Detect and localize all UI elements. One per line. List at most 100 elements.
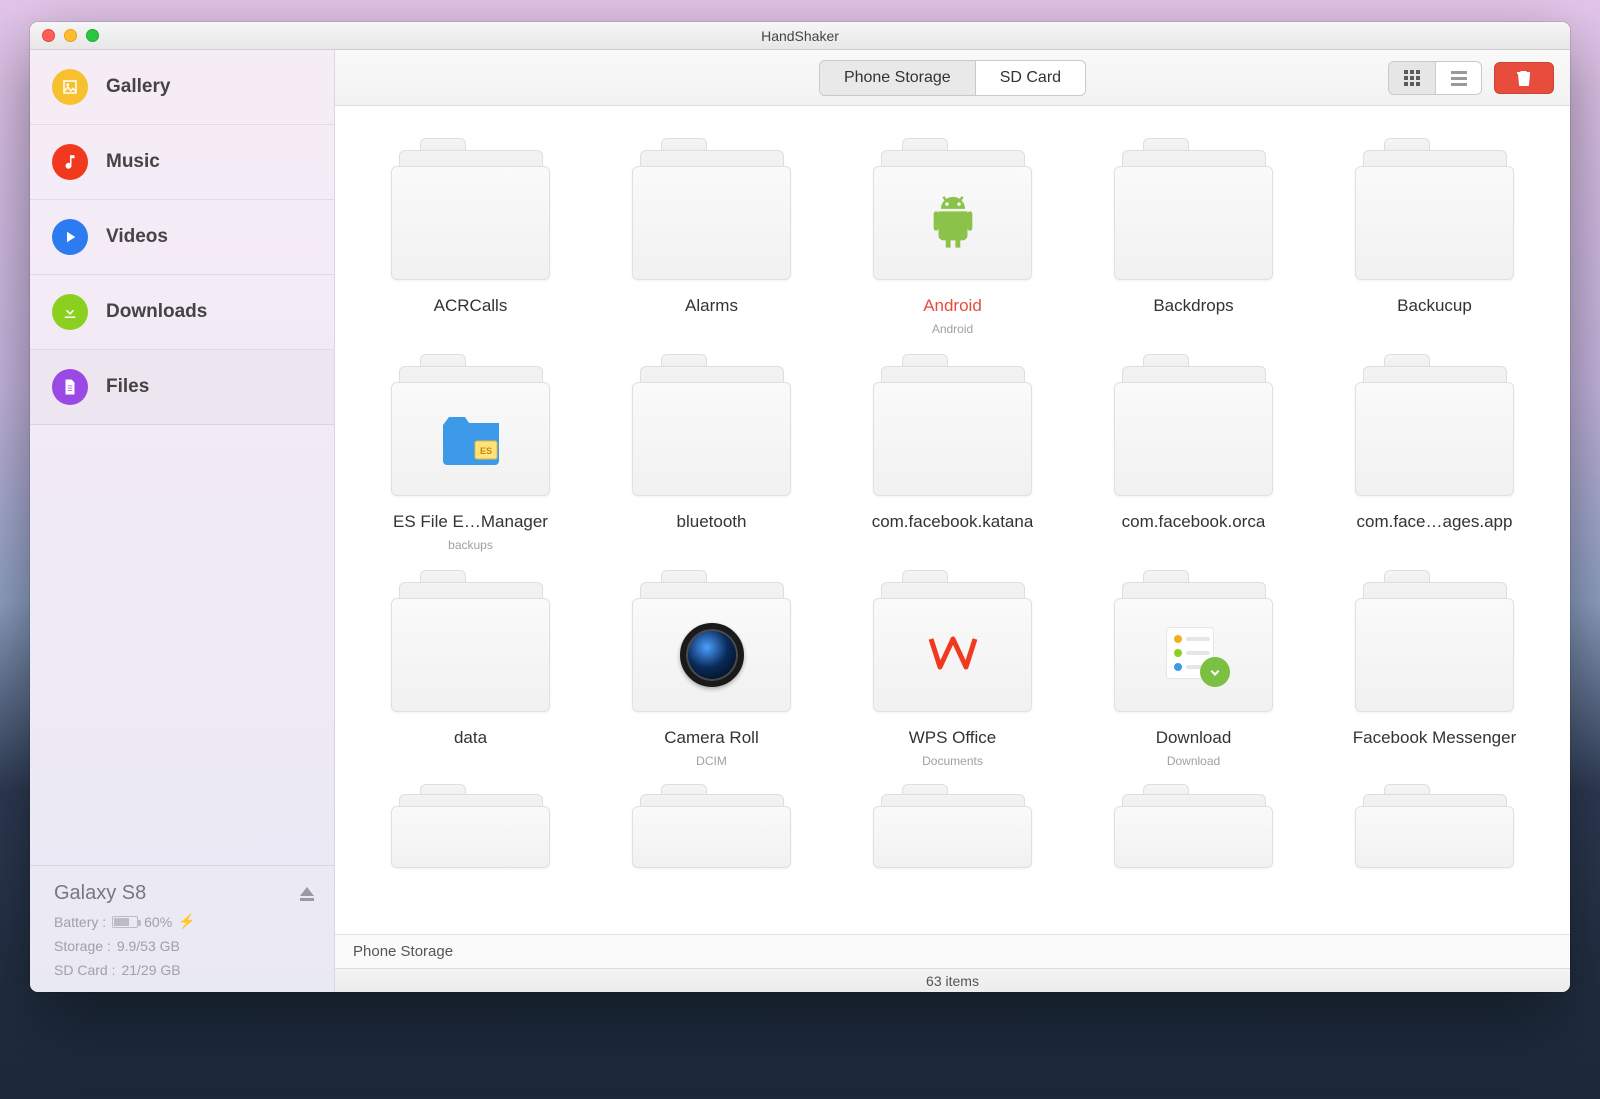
folder-icon: ES [381,352,561,502]
sidebar: Gallery Music Videos Downloads Files Gal… [30,50,335,992]
app-window: HandShaker Gallery Music Videos Download… [30,22,1570,992]
tab-phone[interactable]: Phone Storage [820,61,975,95]
folder-label: Facebook Messenger [1353,728,1516,748]
list-view-button[interactable] [1435,62,1481,94]
battery-icon [112,916,138,928]
folder-item[interactable] [355,784,586,874]
folder-item[interactable] [596,784,827,874]
folder-sublabel: Download [1167,754,1220,768]
folder-item[interactable]: Alarms [596,136,827,336]
folder-label: WPS Office [909,728,997,748]
folder-label: ES File E…Manager [393,512,548,532]
storage-tabs: Phone StorageSD Card [819,60,1086,96]
folder-sublabel: Android [932,322,973,336]
folder-label: Alarms [685,296,738,316]
sidebar-item-label: Downloads [106,301,207,323]
downloads-icon [52,294,88,330]
folder-label: ACRCalls [434,296,508,316]
es-file-icon: ES [439,413,503,465]
videos-icon [52,219,88,255]
tab-sd[interactable]: SD Card [975,61,1085,95]
sidebar-item-files[interactable]: Files [30,350,334,425]
folder-item[interactable]: data [355,568,586,768]
folder-icon [1345,352,1525,502]
folder-label: Camera Roll [664,728,758,748]
files-icon [52,369,88,405]
folder-item[interactable]: WPS Office Documents [837,568,1068,768]
sidebar-item-label: Music [106,151,160,173]
toolbar: Phone StorageSD Card [335,50,1570,106]
sdcard-stat: SD Card : 21/29 GB [54,962,314,978]
grid-icon [1403,69,1421,87]
sidebar-item-label: Gallery [106,76,170,98]
folder-label: com.facebook.katana [872,512,1034,532]
sidebar-item-downloads[interactable]: Downloads [30,275,334,350]
folder-icon [863,784,1043,874]
folder-item[interactable]: Camera Roll DCIM [596,568,827,768]
folder-icon [622,136,802,286]
folder-label: com.face…ages.app [1357,512,1513,532]
folder-item[interactable] [1319,784,1550,874]
folder-item[interactable]: bluetooth [596,352,827,552]
folder-sublabel: Documents [922,754,983,768]
folder-icon [1345,784,1525,874]
folder-item[interactable]: com.facebook.orca [1078,352,1309,552]
delete-button[interactable] [1494,62,1554,94]
folder-item[interactable]: Download Download [1078,568,1309,768]
folder-icon [1345,568,1525,718]
battery-stat: Battery : 60% ⚡ [54,913,314,930]
folder-icon [381,136,561,286]
folder-sublabel: backups [448,538,493,552]
wps-icon [925,625,981,686]
folder-label: data [454,728,487,748]
download-overlay-icon [1162,627,1226,683]
folder-icon [381,784,561,874]
folder-icon [1104,568,1284,718]
folder-icon [1104,784,1284,874]
folder-item[interactable]: com.face…ages.app [1319,352,1550,552]
window-title: HandShaker [30,28,1570,44]
folder-label: bluetooth [677,512,747,532]
folder-label: Backdrops [1153,296,1233,316]
path-bar[interactable]: Phone Storage [335,934,1570,968]
folder-item[interactable]: Backucup [1319,136,1550,336]
folder-icon [863,136,1043,286]
folder-item[interactable]: ACRCalls [355,136,586,336]
device-panel: Galaxy S8 Battery : 60% ⚡ Storage : 9.9/… [30,865,334,992]
gallery-icon [52,69,88,105]
eject-button[interactable] [300,887,314,901]
folder-item[interactable]: Android Android [837,136,1068,336]
sidebar-item-gallery[interactable]: Gallery [30,50,334,125]
folder-icon [1345,136,1525,286]
sidebar-item-label: Files [106,376,149,398]
svg-text:ES: ES [479,446,491,456]
sidebar-item-videos[interactable]: Videos [30,200,334,275]
view-mode-switch [1388,61,1482,95]
folder-icon [1104,136,1284,286]
folder-item[interactable]: com.facebook.katana [837,352,1068,552]
eject-icon [300,887,314,896]
folder-icon [863,568,1043,718]
folder-item[interactable]: Facebook Messenger [1319,568,1550,768]
folder-item[interactable] [1078,784,1309,874]
folder-label: Android [923,296,982,316]
trash-icon [1515,69,1533,87]
status-bar: 63 items [335,968,1570,992]
folder-item[interactable]: Backdrops [1078,136,1309,336]
folder-item[interactable]: ES ES File E…Manager backups [355,352,586,552]
sidebar-item-label: Videos [106,226,168,248]
folder-icon [622,352,802,502]
sidebar-item-music[interactable]: Music [30,125,334,200]
folder-label: Download [1156,728,1232,748]
android-icon [924,192,982,255]
folder-icon [622,784,802,874]
folder-icon [1104,352,1284,502]
grid-view-button[interactable] [1389,62,1435,94]
camera-lens-icon [680,623,744,687]
music-icon [52,144,88,180]
file-grid: ACRCalls Alarms Android Android Backdrop… [335,106,1570,934]
folder-item[interactable] [837,784,1068,874]
folder-icon [381,568,561,718]
folder-icon [863,352,1043,502]
storage-stat: Storage : 9.9/53 GB [54,938,314,954]
